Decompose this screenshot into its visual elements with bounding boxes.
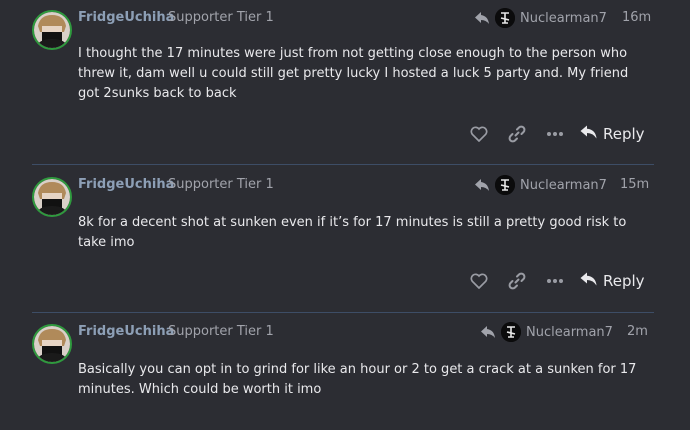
username[interactable]: FridgeUchiha [78,324,174,339]
share-arrow-icon [480,325,496,339]
link-icon[interactable] [498,120,536,148]
reply-arrow-icon [580,272,597,290]
reply-to-avatar [495,8,515,28]
post-3: FridgeUchiha Supporter Tier 1 Nuclearman… [0,313,690,430]
post-2: FridgeUchiha Supporter Tier 1 Nuclearman… [0,165,690,312]
reply-to-tab[interactable]: Nuclearman7 [480,322,613,342]
post-time[interactable]: 15m [620,177,649,192]
reply-label: Reply [603,272,645,290]
post-body: I thought the 17 minutes were just from … [78,46,629,101]
username[interactable]: FridgeUchiha [78,177,174,192]
ellipsis-icon[interactable] [536,267,574,295]
post-body: Basically you can opt in to grind for li… [78,362,637,397]
link-icon[interactable] [498,267,536,295]
reply-button[interactable]: Reply [580,267,645,295]
reply-to-avatar [501,322,521,342]
reply-to-tab[interactable]: Nuclearman7 [474,8,607,28]
reply-button[interactable]: Reply [580,120,645,148]
share-arrow-icon [474,178,490,192]
post-body: 8k for a decent shot at sunken even if i… [78,215,627,250]
share-arrow-icon [474,11,490,25]
post-time[interactable]: 2m [627,324,648,339]
post-1: FridgeUchiha Supporter Tier 1 Nuclearman… [0,0,690,164]
user-avatar[interactable] [32,324,72,364]
user-title: Supporter Tier 1 [168,324,274,339]
user-title: Supporter Tier 1 [168,10,274,25]
reply-to-username: Nuclearman7 [520,177,607,193]
reply-to-username: Nuclearman7 [520,10,607,26]
heart-icon[interactable] [460,120,498,148]
reply-arrow-icon [580,125,597,143]
post-time[interactable]: 16m [622,10,651,25]
user-title: Supporter Tier 1 [168,177,274,192]
post-actions: Reply [460,120,645,148]
post-actions: Reply [460,267,645,295]
reply-to-tab[interactable]: Nuclearman7 [474,175,607,195]
user-avatar[interactable] [32,177,72,217]
reply-to-avatar [495,175,515,195]
reply-label: Reply [603,125,645,143]
username[interactable]: FridgeUchiha [78,10,174,25]
ellipsis-icon[interactable] [536,120,574,148]
reply-to-username: Nuclearman7 [526,324,613,340]
user-avatar[interactable] [32,10,72,50]
heart-icon[interactable] [460,267,498,295]
